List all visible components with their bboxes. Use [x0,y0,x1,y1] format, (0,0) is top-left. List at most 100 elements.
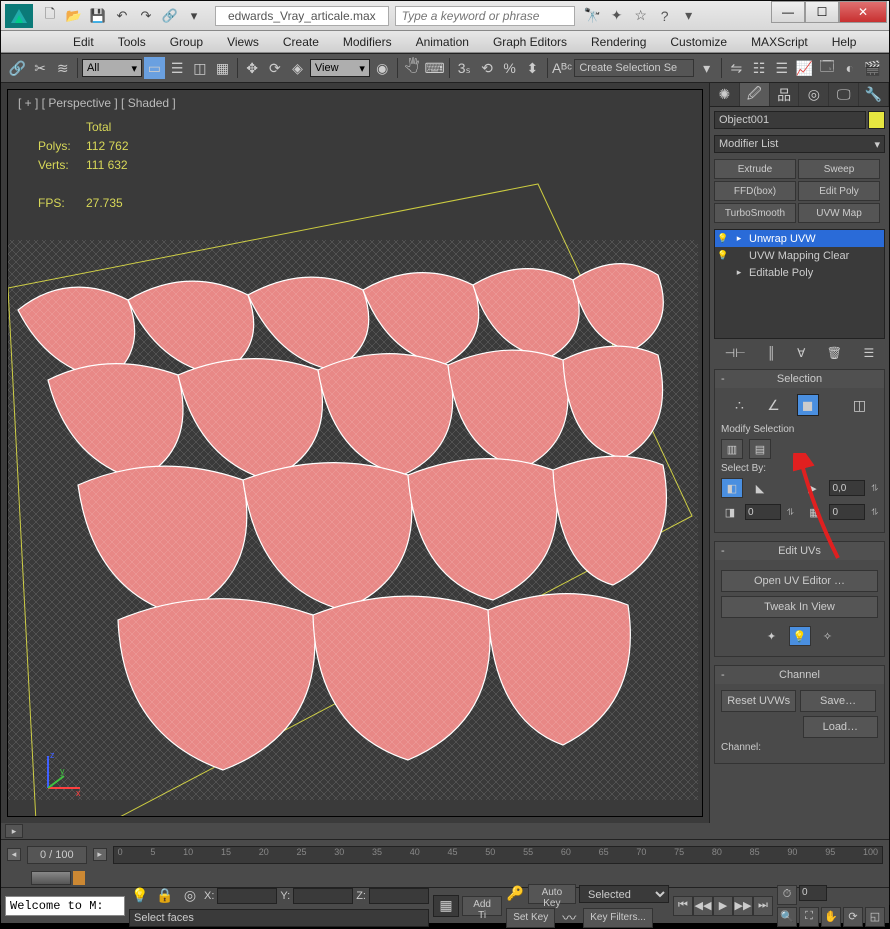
remove-modifier-icon[interactable]: 🗑 [827,346,842,360]
mod-editpoly[interactable]: Edit Poly [798,181,880,201]
menu-edit[interactable]: Edit [61,31,106,52]
timeline-prev-icon[interactable]: ◂ [7,848,21,861]
menu-customize[interactable]: Customize [658,31,739,52]
menu-create[interactable]: Create [271,31,331,52]
motion-tab-icon[interactable]: ◎ [799,83,829,106]
menu-grapheditors[interactable]: Graph Editors [481,31,579,52]
vertex-subobj-icon[interactable]: ∴ [729,394,751,416]
key-filters-icon[interactable]: 〰 [558,907,580,929]
snap-toggle-icon[interactable]: 3ₛ [454,57,475,79]
select-by-angle-icon[interactable]: ◣ [749,478,771,498]
bind-tool-icon[interactable]: ≋ [52,57,73,79]
move-tool-icon[interactable]: ✥ [242,57,263,79]
make-unique-icon[interactable]: ∀ [797,346,805,360]
display-tab-icon[interactable]: 🖵 [829,83,859,106]
layers-icon[interactable]: ☰ [771,57,792,79]
grid-icon[interactable]: ▦ [433,895,459,917]
render-setup-icon[interactable]: 🎬 [862,57,883,79]
track-key-marker[interactable] [73,871,85,885]
keyboard-shortcut-icon[interactable]: ⌨ [424,57,445,79]
isolate-icon[interactable]: ◎ [179,885,201,907]
dropdown2-icon[interactable]: ▾ [696,57,717,79]
modifier-stack[interactable]: 💡 ▸ Unwrap UVW 💡 UVW Mapping Clear ▸ Edi… [714,229,885,339]
menu-views[interactable]: Views [215,31,271,52]
open-uv-editor-button[interactable]: Open UV Editor … [721,570,878,592]
mod-turbosmooth[interactable]: TurboSmooth [714,203,796,223]
key-target-combo[interactable]: Selected [579,885,669,903]
mirror-icon[interactable]: ⇋ [726,57,747,79]
tweak-in-view-button[interactable]: Tweak In View [721,596,878,618]
nav-zoomall-icon[interactable]: ⛶ [799,907,819,927]
smg-spinner[interactable] [745,504,781,520]
time-slider[interactable]: 0510 152025 303540 455055 606570 758085 … [113,846,883,864]
current-frame-input[interactable] [799,885,827,901]
element-subobj-icon[interactable]: ◫ [849,394,871,416]
mod-uvwmap[interactable]: UVW Map [798,203,880,223]
expand-icon[interactable]: ▸ [733,233,745,245]
menu-rendering[interactable]: Rendering [579,31,658,52]
minimize-button[interactable]: — [771,1,805,23]
object-name-input[interactable] [714,111,866,129]
next-frame-icon[interactable]: ▶▶ [733,896,753,916]
perspective-viewport[interactable]: [ + ] [ Perspective ] [ Shaded ] Total P… [7,89,703,817]
set-key-button[interactable]: Set Key [506,908,555,928]
binoculars-icon[interactable]: 🔭 [583,6,603,26]
quick-pelt-icon[interactable]: ✧ [817,626,839,646]
add-time-tag-button[interactable]: Add Ti [462,896,502,916]
edit-uvs-header[interactable]: Edit UVs [715,542,884,560]
prev-frame-icon[interactable]: ◀◀ [693,896,713,916]
named-selection-icon[interactable]: Aᴮᶜ [552,57,573,79]
menu-modifiers[interactable]: Modifiers [331,31,404,52]
manipulate-icon[interactable]: 🖑 [402,57,423,79]
hierarchy-tab-icon[interactable]: 品 [770,83,800,106]
nav-orbit-icon[interactable]: ⟳ [843,907,863,927]
auto-key-button[interactable]: Auto Key [528,884,576,904]
track-bar[interactable] [31,871,71,885]
face-subobj-icon[interactable]: ◼ [797,394,819,416]
save-file-icon[interactable]: 💾 [87,5,109,27]
spinner-snap-icon[interactable]: ⬍ [522,57,543,79]
time-position[interactable]: 0 / 100 [27,846,87,864]
star-icon[interactable]: ☆ [631,6,651,26]
x-coord-input[interactable] [217,888,277,904]
quick-peel-icon[interactable]: 💡 [789,626,811,646]
planar-angle-icon[interactable]: ▶ [801,478,823,498]
expand-icon[interactable]: ▸ [733,267,745,279]
unlink-tool-icon[interactable]: ✂ [30,57,51,79]
menu-maxscript[interactable]: MAXScript [739,31,820,52]
object-color-swatch[interactable] [868,111,885,129]
y-coord-input[interactable] [293,888,353,904]
pivot-icon[interactable]: ◉ [372,57,393,79]
grow-selection-icon[interactable]: ▥ [721,439,743,459]
mod-ffdbox[interactable]: FFD(box) [714,181,796,201]
material-editor-icon[interactable]: ◐ [840,57,861,79]
nav-maximize-icon[interactable]: ◱ [865,907,885,927]
spinner-arrows-icon[interactable]: ⥮ [871,483,878,494]
maximize-button[interactable]: ☐ [805,1,839,23]
select-by-element-icon[interactable]: ◧ [721,478,743,498]
new-file-icon[interactable]: 🗋 [39,5,61,27]
spinner-arrows-icon[interactable]: ⥮ [787,507,794,518]
more-icon[interactable]: ▾ [183,5,205,27]
angle-snap-icon[interactable]: ⟲ [477,57,498,79]
undo-icon[interactable]: ↶ [111,5,133,27]
mod-extrude[interactable]: Extrude [714,159,796,179]
nav-pan-icon[interactable]: ✋ [821,907,841,927]
key-mode-icon[interactable]: 🔑 [506,883,525,905]
goto-start-icon[interactable]: ⏮ [673,896,693,916]
menu-help[interactable]: Help [820,31,869,52]
spinner-arrows-icon[interactable]: ⥮ [871,507,878,518]
expand-track-icon[interactable]: ▸ [5,824,23,838]
mod-sweep[interactable]: Sweep [798,159,880,179]
bulb-icon[interactable]: 💡 [717,250,729,262]
nav-zoom-icon[interactable]: 🔍 [777,907,797,927]
modify-tab-icon[interactable]: 🖉 [740,83,770,106]
select-name-icon[interactable]: ☰ [167,57,188,79]
link-icon[interactable]: 🔗 [159,5,181,27]
scale-tool-icon[interactable]: ◈ [287,57,308,79]
edge-subobj-icon[interactable]: ∠ [763,394,785,416]
favorite-icon[interactable]: ✦ [607,6,627,26]
menu-tools[interactable]: Tools [106,31,158,52]
planar-angle-spinner[interactable] [829,480,865,496]
timeline-next-icon[interactable]: ▸ [93,848,107,861]
